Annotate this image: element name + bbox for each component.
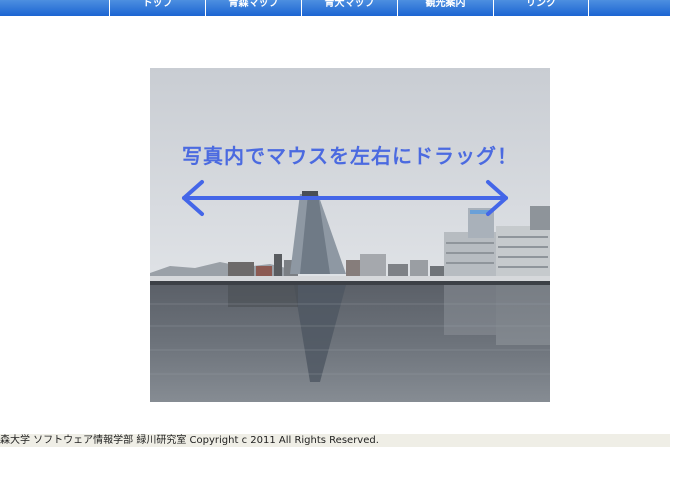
nav-item-tourist-guide[interactable]: 観光案内 — [397, 0, 493, 16]
nav-item-links[interactable]: リンク — [493, 0, 589, 16]
harbor-panorama-image — [150, 68, 550, 402]
nav-item-top[interactable]: トップ — [109, 0, 205, 16]
nav-item-university-map[interactable]: 青大マップ — [301, 0, 397, 16]
footer-copyright: 森大学 ソフトウェア情報学部 緑川研究室 Copyright c 2011 Al… — [0, 434, 670, 447]
nav-item-aomori-map[interactable]: 青森マップ — [205, 0, 301, 16]
top-nav-bar: トップ 青森マップ 青大マップ 観光案内 リンク — [0, 0, 670, 16]
drag-instruction-text: 写真内でマウスを左右にドラッグ！ — [182, 144, 518, 168]
panorama-photo-viewer[interactable]: 写真内でマウスを左右にドラッグ！ — [150, 68, 550, 402]
